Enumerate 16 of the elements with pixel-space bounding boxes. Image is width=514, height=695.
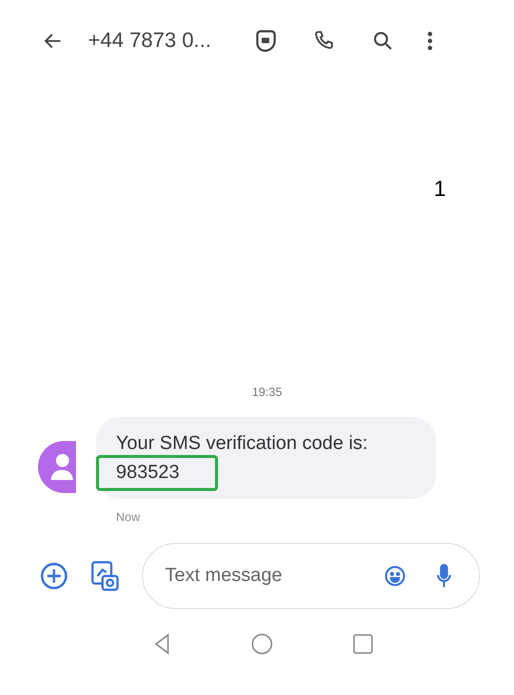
nav-back-icon[interactable] xyxy=(153,633,171,655)
verification-code: 983523 xyxy=(96,455,218,491)
message-input[interactable]: Text message xyxy=(165,562,383,590)
annotation-number: 1 xyxy=(434,175,446,203)
emoji-icon[interactable] xyxy=(383,564,407,588)
message-field[interactable]: Text message xyxy=(142,543,480,609)
message-text: Your SMS verification code is: xyxy=(116,433,369,455)
nav-home-icon[interactable] xyxy=(251,633,273,655)
avatar-icon xyxy=(38,441,76,493)
microphone-icon[interactable] xyxy=(435,563,453,589)
gallery-icon[interactable] xyxy=(90,559,120,593)
contact-number: +44 7873 0... xyxy=(88,28,212,54)
add-icon[interactable] xyxy=(38,560,70,592)
message-time: Now xyxy=(116,510,140,524)
nav-recents-icon[interactable] xyxy=(353,634,373,654)
message-timestamp: 19:35 xyxy=(252,384,282,401)
